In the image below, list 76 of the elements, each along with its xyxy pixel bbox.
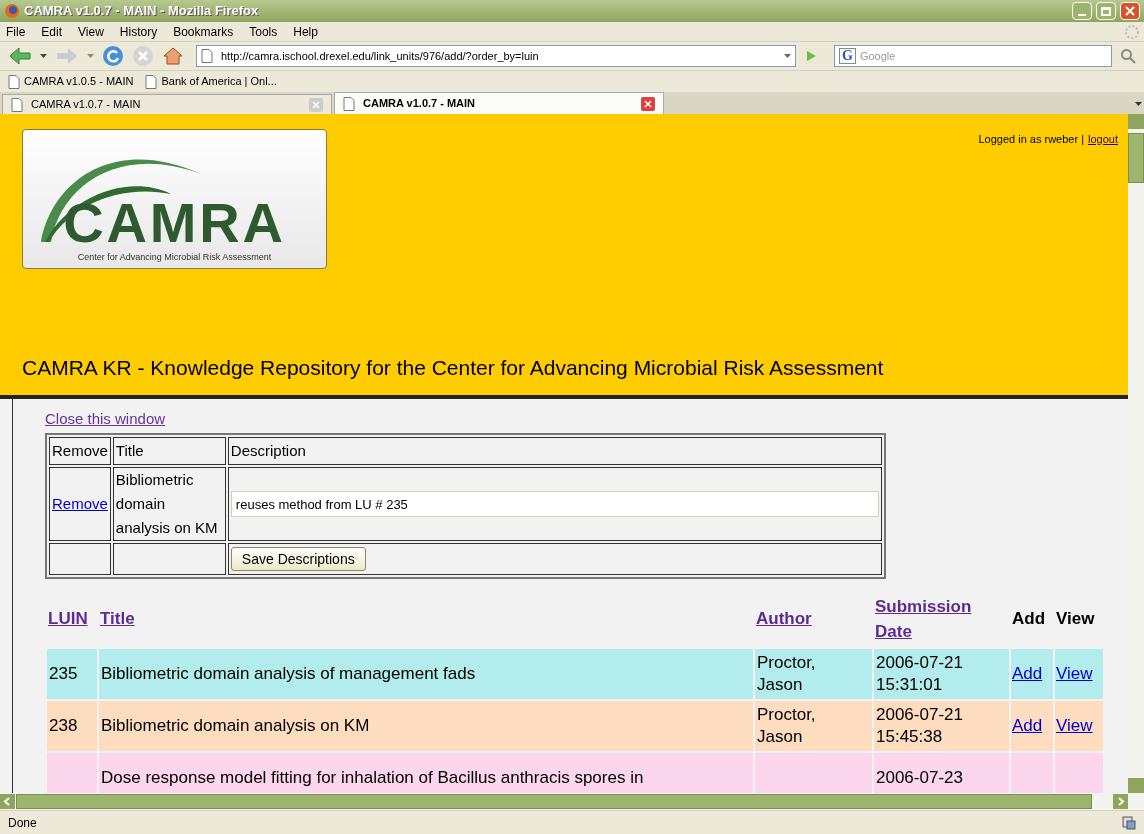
window-title: CAMRA v1.0.7 - MAIN - Mozilla Firefox <box>24 2 260 21</box>
page-icon <box>11 97 23 112</box>
table-cell-text: 2006-07-21 15:31:01 <box>876 652 964 696</box>
stop-icon[interactable] <box>132 45 154 67</box>
column-header: Description <box>227 437 882 465</box>
throbber-icon <box>1124 23 1140 40</box>
view-link[interactable]: View <box>1056 716 1093 736</box>
page-icon <box>343 96 355 111</box>
search-field[interactable]: G Google <box>834 45 1112 67</box>
maximize-button[interactable] <box>1096 2 1116 20</box>
horizontal-scrollbar[interactable] <box>0 793 1128 810</box>
home-icon[interactable] <box>162 45 184 67</box>
menu-item[interactable]: Tools <box>247 22 280 41</box>
page-icon <box>8 74 20 89</box>
close-icon <box>1125 6 1135 16</box>
column-header: Remove <box>49 437 111 465</box>
close-window-link[interactable]: Close this window <box>45 410 166 427</box>
bookmark-link[interactable]: Bank of America | Onl... <box>161 73 277 90</box>
sort-link[interactable]: Title <box>100 606 135 632</box>
close-button[interactable] <box>1120 2 1140 20</box>
description-field[interactable]: reuses method from LU # 235 <box>230 491 879 517</box>
browser-tab[interactable]: CAMRA v1.0.7 - MAIN <box>2 94 332 114</box>
minimize-button[interactable] <box>1072 2 1092 20</box>
dropdown-caret-icon[interactable] <box>40 54 47 58</box>
table-cell-text: 2006-07-21 15:45:38 <box>876 704 964 748</box>
scroll-left-icon[interactable] <box>0 794 15 809</box>
page-icon <box>145 74 158 89</box>
logout-link[interactable]: logout <box>1088 131 1118 148</box>
tab-list-caret-icon[interactable] <box>1135 102 1142 106</box>
table-cell-text: 2006-07-23 <box>876 767 964 789</box>
close-tab-icon[interactable] <box>641 96 655 111</box>
add-link[interactable]: Add <box>1012 664 1043 684</box>
scroll-right-icon[interactable] <box>1113 794 1128 809</box>
table-cell: 238 <box>49 716 78 736</box>
go-arrow-icon[interactable] <box>804 49 818 63</box>
column-header: Add <box>1012 609 1046 629</box>
search-input[interactable]: Google <box>859 47 1107 65</box>
table-cell: Dose response model fitting for inhalation of Bacillus anthracis spores in <box>101 768 644 788</box>
table-cell: Bibliometric domain analysis on KM <box>112 467 226 541</box>
table-cell: 235 <box>49 664 78 684</box>
browser-tab[interactable]: CAMRA v1.0.7 - MAIN <box>334 92 664 114</box>
menu-item[interactable]: Help <box>291 22 320 41</box>
add-link[interactable]: Add <box>1012 716 1043 736</box>
sort-link[interactable]: LUIN <box>48 606 88 632</box>
table-cell-text: Proctor, Jason <box>757 652 817 696</box>
login-status: Logged in as rweber | <box>978 132 1084 147</box>
table-cell: Bibliometric domain analysis of management fads <box>101 664 476 684</box>
status-text: Done <box>8 814 38 832</box>
save-descriptions-button[interactable]: Save Descriptions <box>230 547 366 571</box>
back-arrow-icon[interactable] <box>8 46 32 66</box>
browser-logo-icon <box>4 3 20 19</box>
logo-subtitle: Center for Advancing Microbial Risk Assessment <box>77 250 272 264</box>
menu-item[interactable]: Bookmarks <box>171 22 236 41</box>
vertical-scrollbar[interactable] <box>1128 114 1144 810</box>
url-text: http://camra.ischool.drexel.edu/link_units/976/add/?order_by=luin <box>221 48 540 64</box>
menu-item[interactable]: History <box>117 22 160 41</box>
dropdown-caret-icon[interactable] <box>784 54 791 58</box>
bookmark-link[interactable]: CAMRA v1.0.5 - MAIN <box>24 73 134 90</box>
menu-item[interactable]: Edit <box>39 22 65 41</box>
column-header: Title <box>112 437 226 465</box>
menu-item[interactable]: File <box>4 22 28 41</box>
column-header: View <box>1056 609 1095 629</box>
logo-wordmark: CAMRA <box>63 194 286 251</box>
menu-item[interactable]: View <box>76 22 106 41</box>
table-cell-text: Proctor, Jason <box>757 704 817 748</box>
page-info-icon <box>1122 815 1136 830</box>
sort-link[interactable]: Submission Date <box>875 593 985 645</box>
address-field[interactable]: http://camra.ischool.drexel.edu/link_units/976/add/?order_by=luin <box>196 45 796 67</box>
table-cell: Bibliometric domain analysis on KM <box>101 716 370 736</box>
search-icon[interactable] <box>1120 48 1136 64</box>
view-link[interactable]: View <box>1056 664 1093 684</box>
reload-icon[interactable] <box>102 45 124 67</box>
sort-link[interactable]: Author <box>756 606 812 632</box>
page-title: CAMRA KR - Knowledge Repository for the Center for Advancing Microbial Risk Assessment <box>22 354 885 381</box>
page-icon <box>201 49 213 63</box>
search-engine-icon[interactable]: G <box>839 48 856 64</box>
